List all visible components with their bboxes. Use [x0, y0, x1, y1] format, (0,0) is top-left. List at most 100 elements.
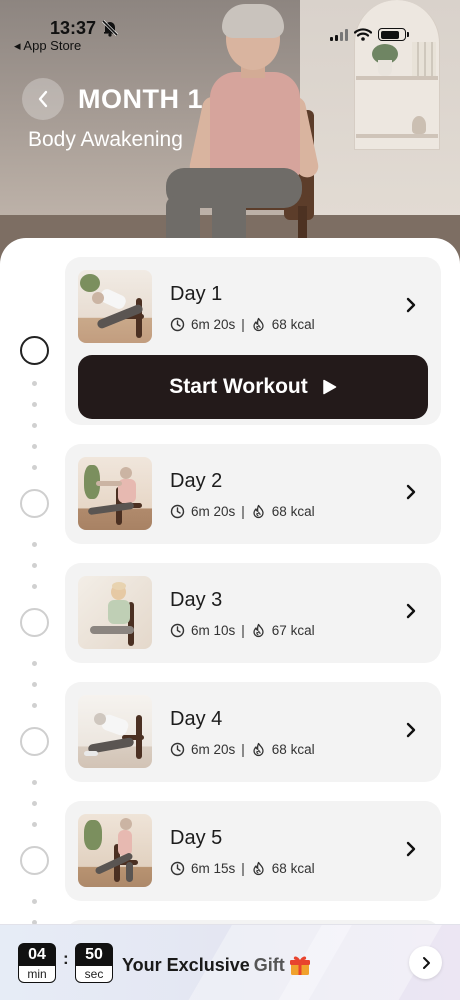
clock-icon — [170, 742, 185, 757]
timer-colon: : — [63, 949, 69, 968]
timeline-step-3 — [20, 608, 49, 637]
day-duration: 6m 15s — [191, 861, 236, 876]
timer-minutes-unit: min — [19, 966, 55, 982]
day-thumbnail — [78, 457, 152, 530]
wifi-icon — [354, 28, 372, 41]
start-workout-button[interactable]: Start Workout — [78, 355, 428, 419]
day-meta: 6m 15s | 68 kcal — [170, 861, 315, 876]
day-calories: 67 kcal — [271, 623, 315, 638]
meta-separator: | — [241, 317, 245, 332]
day-meta: 6m 10s | 67 kcal — [170, 623, 315, 638]
play-icon — [322, 379, 336, 395]
clock-icon — [170, 317, 185, 332]
day-card-4[interactable]: Day 4 6m 20s | 68 kcal — [65, 682, 441, 782]
timer-seconds-value: 50 — [85, 946, 103, 963]
timer-minutes-value: 04 — [28, 946, 46, 963]
timeline-dot — [32, 465, 37, 470]
flame-icon — [253, 504, 264, 519]
back-button[interactable] — [22, 78, 64, 120]
timeline-dot — [32, 682, 37, 687]
day-title: Day 5 — [170, 827, 223, 849]
timeline-dot — [32, 703, 37, 708]
day-card-1[interactable]: Day 1 6m 20s | 68 kcal Start Workout — [65, 257, 441, 425]
day-title: Day 2 — [170, 470, 223, 492]
clock-icon — [170, 623, 185, 638]
day-meta: 6m 20s | 68 kcal — [170, 317, 315, 332]
day-calories: 68 kcal — [271, 504, 315, 519]
chevron-left-icon — [38, 90, 48, 108]
day-title: Day 3 — [170, 589, 223, 611]
timeline-dot — [32, 542, 37, 547]
meta-separator: | — [241, 742, 245, 757]
chevron-right-icon — [422, 956, 430, 969]
signal-icon — [330, 28, 348, 41]
chevron-right-icon[interactable] — [405, 297, 417, 313]
page-title: MONTH 1 — [78, 84, 203, 114]
day-calories: 68 kcal — [271, 861, 315, 876]
day-thumbnail — [78, 270, 152, 343]
timer-seconds-unit: sec — [76, 966, 112, 982]
hero-vase — [412, 116, 426, 134]
battery-icon — [378, 28, 409, 41]
timer-minutes: 04 min — [18, 943, 56, 983]
promo-text-main: Your Exclusive — [122, 954, 250, 975]
timeline-dot — [32, 381, 37, 386]
promo-text: Your Exclusive Gift — [122, 954, 311, 976]
hero-pot — [378, 60, 392, 76]
status-indicators — [330, 28, 409, 41]
timeline-step-5 — [20, 846, 49, 875]
day-thumbnail — [78, 576, 152, 649]
timer-seconds: 50 sec — [75, 943, 113, 983]
gift-icon — [289, 956, 310, 975]
day-title: Day 4 — [170, 708, 223, 730]
hero-shelf-lower — [356, 134, 438, 138]
day-card-5[interactable]: Day 5 6m 15s | 68 kcal — [65, 801, 441, 901]
flame-icon — [253, 861, 264, 876]
timeline-dot — [32, 780, 37, 785]
day-thumbnail — [78, 814, 152, 887]
timeline-dot — [32, 402, 37, 407]
meta-separator: | — [241, 504, 245, 519]
status-time: 13:37 — [50, 18, 97, 38]
flame-icon — [253, 317, 264, 332]
promo-text-soft: Gift — [253, 954, 285, 975]
timeline-dot — [32, 661, 37, 666]
meta-separator: | — [241, 861, 245, 876]
day-calories: 68 kcal — [271, 317, 315, 332]
chevron-right-icon[interactable] — [405, 484, 417, 500]
timeline-dot — [32, 444, 37, 449]
day-duration: 6m 20s — [191, 742, 236, 757]
clock-icon — [170, 861, 185, 876]
hero-shelf — [356, 76, 438, 80]
flame-icon — [253, 623, 264, 638]
back-to-app-store[interactable]: ◂ App Store — [14, 38, 81, 54]
meta-separator: | — [241, 623, 245, 638]
promo-open-button[interactable] — [409, 946, 442, 979]
day-thumbnail — [78, 695, 152, 768]
workout-list-sheet: Day 1 6m 20s | 68 kcal Start Workout Day… — [0, 238, 460, 1000]
timeline-dot — [32, 423, 37, 428]
day-card-3[interactable]: Day 3 6m 10s | 67 kcal — [65, 563, 441, 663]
day-title: Day 1 — [170, 283, 223, 305]
timeline-dot — [32, 801, 37, 806]
day-meta: 6m 20s | 68 kcal — [170, 742, 315, 757]
page-subtitle: Body Awakening — [28, 128, 183, 151]
promo-banner[interactable]: 04 min : 50 sec Your Exclusive Gift — [0, 924, 460, 1000]
chevron-right-icon[interactable] — [405, 603, 417, 619]
timeline-dot — [32, 899, 37, 904]
day-card-2[interactable]: Day 2 6m 20s | 68 kcal — [65, 444, 441, 544]
chevron-right-icon[interactable] — [405, 722, 417, 738]
clock-icon — [170, 504, 185, 519]
timeline-step-4 — [20, 727, 49, 756]
day-duration: 6m 20s — [191, 317, 236, 332]
flame-icon — [253, 742, 264, 757]
hero-books — [412, 42, 436, 76]
day-meta: 6m 20s | 68 kcal — [170, 504, 315, 519]
chevron-right-icon[interactable] — [405, 841, 417, 857]
timeline-dot — [32, 822, 37, 827]
bell-off-icon — [101, 19, 119, 37]
timeline-dot — [32, 584, 37, 589]
timeline-step-2 — [20, 489, 49, 518]
start-workout-label: Start Workout — [169, 375, 308, 398]
timeline-dot — [32, 563, 37, 568]
